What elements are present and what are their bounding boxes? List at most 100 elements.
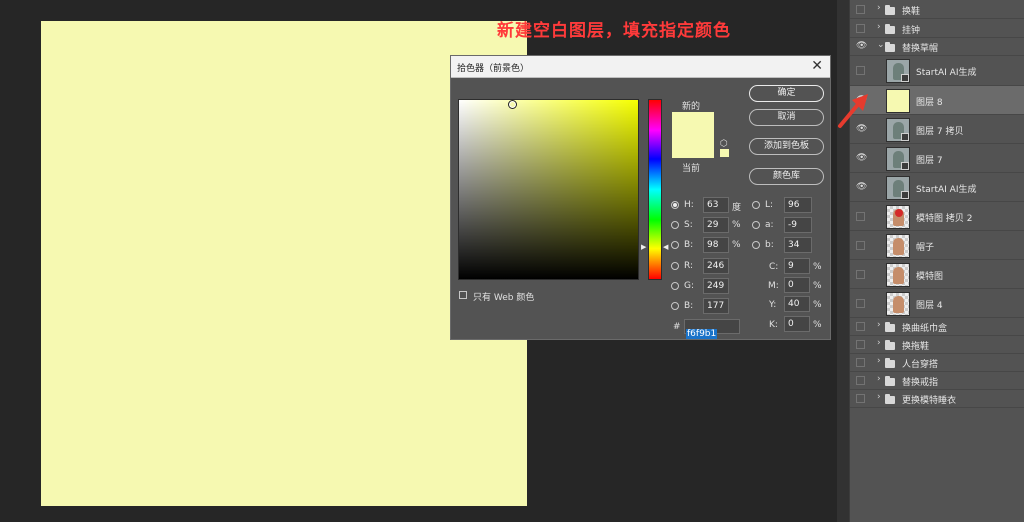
brightness-input[interactable]: 98 <box>703 237 729 253</box>
lab-b-radio[interactable] <box>752 241 760 249</box>
layer-row[interactable]: 模特图 <box>850 260 1024 289</box>
web-only-label: 只有 Web 颜色 <box>473 293 535 303</box>
visibility-eye-icon[interactable]: 👁 <box>856 153 867 163</box>
visibility-eye-icon[interactable]: 👁 <box>856 182 867 192</box>
layer-group-row[interactable]: 👁 ⌄ 替换草帽 <box>850 38 1024 56</box>
web-safe-cube-icon[interactable]: ⬡ <box>720 139 728 149</box>
yellow-label: Y: <box>769 300 777 310</box>
visibility-toggle[interactable] <box>856 298 865 308</box>
dialog-title-bar[interactable]: 拾色器（前景色） ✕ <box>451 56 830 78</box>
layer-row[interactable]: 图层 4 <box>850 289 1024 318</box>
lightness-radio[interactable] <box>752 201 760 209</box>
hue-input[interactable]: 63 <box>703 197 729 213</box>
black-input[interactable]: 0 <box>784 316 810 332</box>
layer-row[interactable]: 👁图层 8 <box>850 86 1024 115</box>
saturation-radio[interactable] <box>671 221 679 229</box>
layer-name: 模特图 拷贝 2 <box>916 213 973 224</box>
layer-row[interactable]: StartAI AI生成 <box>850 56 1024 86</box>
visibility-toggle[interactable] <box>856 240 865 250</box>
visibility-toggle[interactable] <box>856 66 865 75</box>
color-picker-dialog: 拾色器（前景色） ✕ ▶ ◀ 新的 当前 ⬡ 确定 取消 添加到色板 颜色库 H… <box>450 55 831 340</box>
hue-slider-right-arrow-icon[interactable]: ◀ <box>663 243 668 251</box>
lab-a-label: a: <box>765 220 774 230</box>
visibility-toggle[interactable] <box>856 394 865 403</box>
brightness-unit: % <box>732 240 741 250</box>
smart-object-badge-icon <box>901 161 909 170</box>
red-radio[interactable] <box>671 262 679 270</box>
add-to-swatches-button[interactable]: 添加到色板 <box>749 138 824 155</box>
chevron-right-icon[interactable]: › <box>877 374 881 384</box>
yellow-input[interactable]: 40 <box>784 296 810 312</box>
visibility-toggle[interactable] <box>856 376 865 385</box>
layer-row[interactable]: 模特图 拷贝 2 <box>850 202 1024 231</box>
red-input[interactable]: 246 <box>703 258 729 274</box>
green-radio[interactable] <box>671 282 679 290</box>
saturation-brightness-field[interactable] <box>458 99 639 280</box>
cancel-button[interactable]: 取消 <box>749 109 824 126</box>
close-icon[interactable]: ✕ <box>811 58 823 74</box>
layer-group-row[interactable]: › 替换戒指 <box>850 372 1024 390</box>
hue-slider-left-arrow-icon[interactable]: ▶ <box>641 243 646 251</box>
current-color-swatch[interactable] <box>672 135 714 158</box>
chevron-right-icon[interactable]: › <box>877 392 881 402</box>
layer-group-row[interactable]: › 换鞋 <box>850 0 1024 19</box>
brightness-radio[interactable] <box>671 241 679 249</box>
chevron-right-icon[interactable]: › <box>877 3 881 13</box>
visibility-toggle[interactable] <box>856 340 865 349</box>
cyan-input[interactable]: 9 <box>784 258 810 274</box>
saturation-input[interactable]: 29 <box>703 217 729 233</box>
chevron-right-icon[interactable]: › <box>877 320 881 330</box>
layer-row[interactable]: 👁 图层 7 <box>850 144 1024 173</box>
layer-group-row[interactable]: › 人台穿搭 <box>850 354 1024 372</box>
lightness-input[interactable]: 96 <box>784 197 812 213</box>
magenta-unit: % <box>813 281 822 291</box>
chevron-right-icon[interactable]: › <box>877 356 881 366</box>
hue-unit: 度 <box>732 203 742 213</box>
layer-group-row[interactable]: › 更换模特睡衣 <box>850 390 1024 408</box>
layer-name: 帽子 <box>916 242 935 253</box>
visibility-toggle[interactable] <box>856 269 865 279</box>
hue-slider[interactable] <box>648 99 662 280</box>
lab-a-radio[interactable] <box>752 221 760 229</box>
lab-b-label: b: <box>765 240 774 250</box>
ok-button[interactable]: 确定 <box>749 85 824 102</box>
green-input[interactable]: 249 <box>703 278 729 294</box>
lab-a-input[interactable]: -9 <box>784 217 812 233</box>
cyan-unit: % <box>813 262 822 272</box>
visibility-toggle[interactable] <box>856 322 865 331</box>
layer-row[interactable]: 帽子 <box>850 231 1024 260</box>
photo-layer-thumbnail <box>886 146 910 171</box>
layer-row[interactable]: 👁 图层 7 拷贝 <box>850 115 1024 144</box>
layer-group-row[interactable]: › 换拖鞋 <box>850 336 1024 354</box>
fill-layer-thumbnail <box>886 88 910 113</box>
hex-input[interactable]: f6f9b1 <box>684 319 740 339</box>
black-label: K: <box>769 320 778 330</box>
chevron-right-icon[interactable]: › <box>877 22 881 32</box>
lab-b-input[interactable]: 34 <box>784 237 812 253</box>
thumbnail-figure <box>893 266 904 284</box>
chevron-right-icon[interactable]: › <box>877 338 881 348</box>
layer-row[interactable]: 👁 StartAI AI生成 <box>850 173 1024 202</box>
magenta-input[interactable]: 0 <box>784 277 810 293</box>
layer-group-row[interactable]: › 挂钟 <box>850 20 1024 38</box>
hue-radio[interactable] <box>671 201 679 209</box>
visibility-toggle[interactable] <box>856 211 865 221</box>
visibility-toggle[interactable] <box>856 358 865 367</box>
current-color-label: 当前 <box>682 164 701 174</box>
blue-radio[interactable] <box>671 302 679 310</box>
visibility-toggle[interactable] <box>856 4 865 14</box>
layer-name: 替换戒指 <box>902 378 939 388</box>
color-marker[interactable] <box>508 100 517 109</box>
layer-name: 模特图 <box>916 271 944 282</box>
visibility-eye-icon[interactable]: 👁 <box>856 41 867 51</box>
layer-group-row[interactable]: › 换曲纸巾盒 <box>850 318 1024 336</box>
smart-object-badge-icon <box>901 74 909 82</box>
blue-input[interactable]: 177 <box>703 298 729 314</box>
visibility-toggle[interactable] <box>856 24 865 33</box>
chevron-down-icon[interactable]: ⌄ <box>877 40 885 50</box>
dialog-title: 拾色器（前景色） <box>457 64 530 74</box>
color-libraries-button[interactable]: 颜色库 <box>749 168 824 185</box>
web-safe-swatch[interactable] <box>720 149 729 157</box>
layer-name: 替换草帽 <box>902 44 939 54</box>
web-only-checkbox[interactable] <box>459 291 467 299</box>
